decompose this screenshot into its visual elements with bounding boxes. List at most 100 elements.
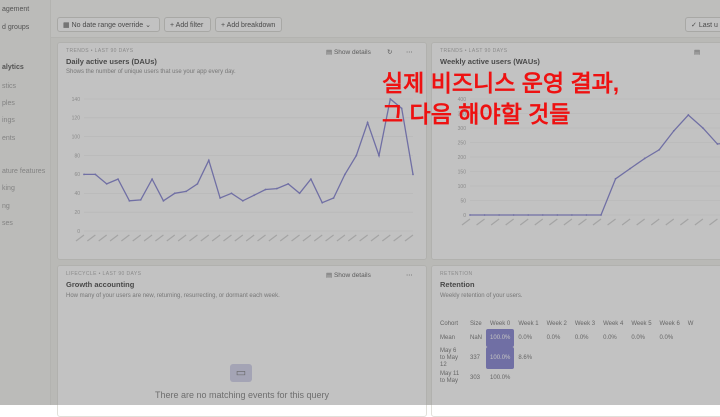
retention-table: Cohort Size Week 0 Week 1 Week 2 Week 3 … <box>436 318 697 387</box>
table-row[interactable]: May 11 to May 303 100.0% <box>436 369 697 387</box>
data-point <box>117 178 119 181</box>
x-tick-mark <box>679 218 689 226</box>
column-header: Week 1 <box>518 320 539 327</box>
x-tick-mark <box>534 218 544 226</box>
sidebar-item-recordings[interactable]: ings <box>2 117 15 124</box>
x-tick-mark <box>211 234 221 242</box>
more-icon[interactable]: ⋯ <box>406 48 413 56</box>
sidebar-item-statistics[interactable]: stics <box>2 83 16 90</box>
growth-card: LIFECYCLE • LAST 90 DAYS Growth accounti… <box>57 265 427 417</box>
calendar-icon: ▦ <box>63 22 70 29</box>
card-eyebrow: TRENDS • LAST 90 DAYS <box>66 48 134 54</box>
date-range-select[interactable]: ▦ No date range override ⌄ <box>57 17 160 32</box>
data-point <box>83 173 85 176</box>
sidebar-item-features[interactable]: ature features <box>2 168 45 175</box>
data-point <box>355 154 358 157</box>
sidebar-item-ses[interactable]: ses <box>2 220 13 227</box>
add-breakdown-button[interactable]: + Add breakdown <box>215 17 282 32</box>
x-tick-mark <box>98 234 108 242</box>
x-tick-mark <box>302 234 312 242</box>
more-icon[interactable]: ⋯ <box>406 271 413 279</box>
x-tick-mark <box>519 218 529 226</box>
data-point <box>185 190 188 193</box>
retention-cell: 0.0% <box>631 335 645 341</box>
x-tick-mark <box>336 234 346 242</box>
x-tick-mark <box>347 234 357 242</box>
retention-cell: 100.0% <box>490 375 511 381</box>
show-details-button[interactable]: ▤ Show details <box>326 48 371 56</box>
y-tick-label: 100 <box>72 135 81 141</box>
y-tick-label: 140 <box>72 97 81 103</box>
x-tick-mark <box>121 234 130 242</box>
sidebar-item-groups[interactable]: d groups <box>2 24 29 31</box>
sidebar: agement d groups alytics stics ples ings… <box>0 0 51 405</box>
x-tick-mark <box>291 234 300 242</box>
data-point <box>672 130 675 132</box>
data-point <box>629 167 632 170</box>
retention-cell: 0.0% <box>546 335 561 341</box>
sidebar-item-analytics[interactable]: alytics <box>2 64 24 71</box>
x-tick-mark <box>636 218 646 226</box>
data-point <box>128 199 131 202</box>
sidebar-item-samples[interactable]: ples <box>2 100 15 107</box>
size-cell: 303 <box>470 375 481 381</box>
card-eyebrow: RETENTION <box>440 271 473 277</box>
cohort-cell: May 6 to May 12 <box>440 347 459 368</box>
add-filter-button[interactable]: + Add filter <box>164 17 211 32</box>
data-point <box>687 114 690 116</box>
data-point <box>264 188 267 191</box>
sidebar-item-events[interactable]: ents <box>2 135 15 142</box>
x-tick-mark <box>381 234 391 242</box>
data-point <box>105 182 108 185</box>
card-eyebrow: LIFECYCLE • LAST 90 DAYS <box>66 271 142 277</box>
show-details-button[interactable]: ▤ <box>694 48 700 56</box>
card-description: How many of your users are new, returnin… <box>66 293 280 299</box>
x-tick-mark <box>234 234 244 242</box>
retention-cell: 0.0% <box>574 335 589 341</box>
data-point <box>207 159 210 162</box>
x-tick-mark <box>257 234 266 242</box>
x-tick-mark <box>279 234 289 242</box>
column-header: Week 5 <box>631 320 652 327</box>
card-description: Shows the number of unique users that us… <box>66 69 236 75</box>
table-row[interactable]: Mean NaN 100.0% 0.0% 0.0% 0.0% 0.0% 0.0%… <box>436 329 697 347</box>
sidebar-item-management[interactable]: agement <box>2 6 29 13</box>
empty-state-message: There are no matching events for this qu… <box>154 390 330 400</box>
x-tick-mark <box>223 234 232 242</box>
x-tick-mark <box>268 234 278 242</box>
x-tick-mark <box>132 234 142 242</box>
refresh-icon[interactable]: ↻ <box>387 48 392 56</box>
last-updated-button[interactable]: ✓ Last u <box>685 17 720 32</box>
x-tick-mark <box>143 234 153 242</box>
y-tick-label: 0 <box>463 213 466 219</box>
x-tick-mark <box>490 218 500 226</box>
data-point <box>309 178 312 181</box>
column-header: Size <box>470 320 482 327</box>
show-details-button[interactable]: ▤ Show details <box>326 271 371 279</box>
table-row[interactable]: May 6 to May 12 337 100.0% 8.6% <box>436 347 697 369</box>
x-tick-mark <box>86 234 96 242</box>
data-point <box>483 214 486 216</box>
table-header-row: Cohort Size Week 0 Week 1 Week 2 Week 3 … <box>436 318 697 329</box>
data-point <box>643 157 646 160</box>
card-description: Weekly retention of your users. <box>440 293 523 299</box>
x-tick-mark <box>370 234 380 242</box>
column-header: Week 2 <box>546 320 567 327</box>
y-tick-label: 40 <box>74 191 80 197</box>
sidebar-item-tracking[interactable]: king <box>2 185 15 192</box>
plus-icon: + <box>221 22 226 29</box>
x-tick-mark <box>200 234 210 242</box>
dau-chart: 0 20 40 60 80 100 120 140 <box>72 97 414 242</box>
data-point <box>162 199 165 202</box>
data-point <box>556 214 559 216</box>
column-header: W <box>687 320 694 327</box>
sidebar-item-ng[interactable]: ng <box>2 203 10 210</box>
data-point <box>701 127 704 129</box>
dau-card: TRENDS • LAST 90 DAYS Daily active users… <box>57 42 427 260</box>
data-point <box>585 214 588 216</box>
x-tick-mark <box>109 234 119 242</box>
data-point <box>298 192 301 195</box>
data-point <box>614 177 617 180</box>
x-tick-mark <box>189 234 198 242</box>
y-tick-label: 0 <box>77 229 80 235</box>
